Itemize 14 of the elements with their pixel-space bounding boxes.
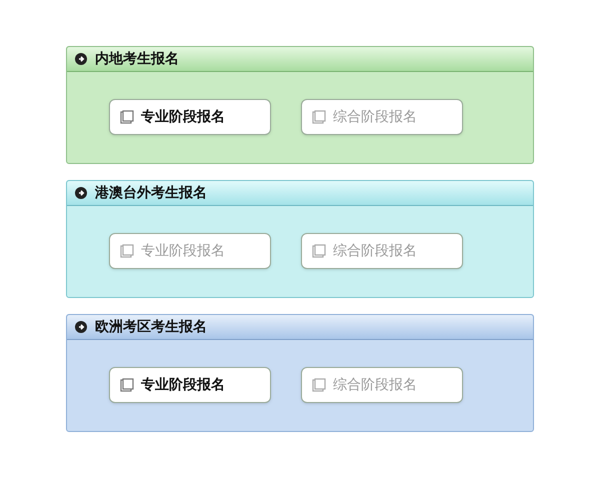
panel-title: 港澳台外考生报名 xyxy=(95,184,207,202)
arrow-circle-icon xyxy=(75,321,87,333)
document-icon xyxy=(312,244,326,258)
document-icon xyxy=(120,244,134,258)
registration-button[interactable]: 专业阶段报名 xyxy=(109,367,271,403)
registration-button[interactable]: 专业阶段报名 xyxy=(109,99,271,135)
arrow-circle-icon xyxy=(75,187,87,199)
panel-title: 内地考生报名 xyxy=(95,50,179,68)
document-icon xyxy=(120,110,134,124)
arrow-circle-icon xyxy=(75,53,87,65)
document-icon xyxy=(312,110,326,124)
document-icon xyxy=(120,378,134,392)
panel-title: 欧洲考区考生报名 xyxy=(95,318,207,336)
document-icon xyxy=(312,378,326,392)
